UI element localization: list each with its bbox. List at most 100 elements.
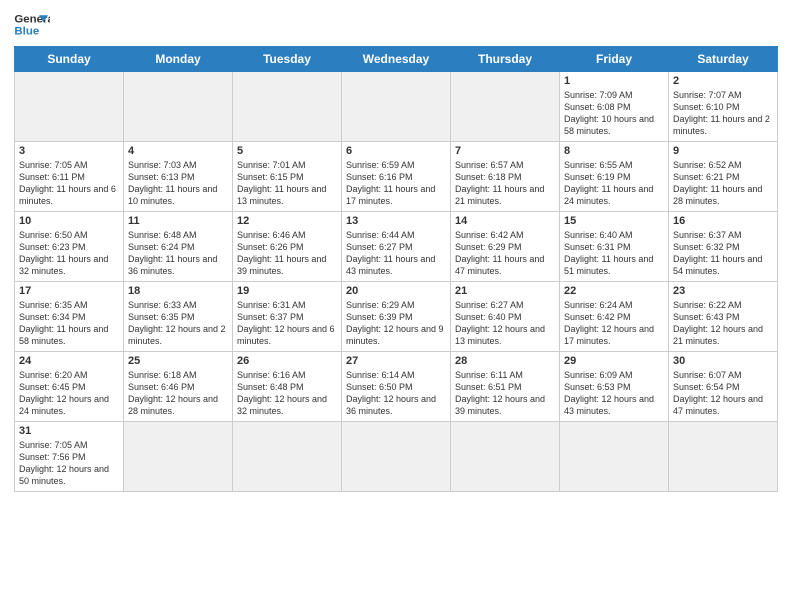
calendar-cell: 9 Sunrise: 6:52 AM Sunset: 6:21 PM Daylig… — [669, 142, 778, 212]
day-info: Sunrise: 6:09 AM Sunset: 6:53 PM Dayligh… — [564, 369, 664, 418]
day-number: 13 — [346, 215, 446, 227]
calendar-cell: 28Sunrise: 6:11 AM Sunset: 6:51 PM Dayli… — [451, 352, 560, 422]
calendar-header-row: SundayMondayTuesdayWednesdayThursdayFrid… — [15, 47, 778, 72]
calendar-cell — [124, 72, 233, 142]
day-info: Sunrise: 6:37 AM Sunset: 6:32 PM Dayligh… — [673, 229, 773, 278]
day-number: 12 — [237, 215, 337, 227]
day-number: 8 — [564, 145, 664, 157]
calendar-cell: 27 Sunrise: 6:14 AM Sunset: 6:50 PM Dayli… — [342, 352, 451, 422]
calendar-cell: 12 Sunrise: 6:46 AM Sunset: 6:26 PM Dayli… — [233, 212, 342, 282]
calendar-cell: 5 Sunrise: 7:01 AM Sunset: 6:15 PM Daylig… — [233, 142, 342, 212]
day-number: 21 — [455, 285, 555, 297]
calendar-cell: 18 Sunrise: 6:33 AM Sunset: 6:35 PM Dayli… — [124, 282, 233, 352]
day-number: 14 — [455, 215, 555, 227]
day-number: 11 — [128, 215, 228, 227]
calendar-cell: 21 Sunrise: 6:27 AM Sunset: 6:40 PM Dayli… — [451, 282, 560, 352]
day-number: 4 — [128, 145, 228, 157]
calendar-cell: 4 Sunrise: 7:03 AM Sunset: 6:13 PM Daylig… — [124, 142, 233, 212]
day-info: Sunrise: 6:11 AM Sunset: 6:51 PM Dayligh… — [455, 369, 555, 418]
svg-text:Blue: Blue — [14, 26, 39, 38]
day-number: 24 — [19, 355, 119, 367]
day-info: Sunrise: 6:44 AM Sunset: 6:27 PM Dayligh… — [346, 229, 446, 278]
day-number: 2 — [673, 75, 773, 87]
day-info: Sunrise: 6:31 AM Sunset: 6:37 PM Dayligh… — [237, 299, 337, 348]
day-number: 18 — [128, 285, 228, 297]
calendar-cell — [560, 422, 669, 492]
calendar-cell: 3Sunrise: 7:05 AM Sunset: 6:11 PM Daylig… — [15, 142, 124, 212]
page: General Blue SundayMondayTuesdayWednesda… — [0, 0, 792, 612]
calendar-cell: 30Sunrise: 6:07 AM Sunset: 6:54 PM Dayli… — [669, 352, 778, 422]
col-header-thursday: Thursday — [451, 47, 560, 72]
col-header-tuesday: Tuesday — [233, 47, 342, 72]
day-info: Sunrise: 6:57 AM Sunset: 6:18 PM Dayligh… — [455, 159, 555, 208]
calendar-week-row: 17 Sunrise: 6:35 AM Sunset: 6:34 PM Dayli… — [15, 282, 778, 352]
day-number: 26 — [237, 355, 337, 367]
day-info: Sunrise: 7:01 AM Sunset: 6:15 PM Dayligh… — [237, 159, 337, 208]
day-number: 15 — [564, 215, 664, 227]
day-number: 22 — [564, 285, 664, 297]
calendar-cell: 20Sunrise: 6:29 AM Sunset: 6:39 PM Dayli… — [342, 282, 451, 352]
calendar-cell — [342, 72, 451, 142]
calendar-cell: 2 Sunrise: 7:07 AM Sunset: 6:10 PM Daylig… — [669, 72, 778, 142]
day-info: Sunrise: 6:33 AM Sunset: 6:35 PM Dayligh… — [128, 299, 228, 348]
day-info: Sunrise: 6:46 AM Sunset: 6:26 PM Dayligh… — [237, 229, 337, 278]
logo: General Blue — [14, 10, 50, 40]
day-number: 5 — [237, 145, 337, 157]
calendar-cell — [233, 72, 342, 142]
day-number: 9 — [673, 145, 773, 157]
calendar-cell — [342, 422, 451, 492]
calendar-cell — [451, 422, 560, 492]
day-info: Sunrise: 6:59 AM Sunset: 6:16 PM Dayligh… — [346, 159, 446, 208]
day-number: 20 — [346, 285, 446, 297]
day-number: 16 — [673, 215, 773, 227]
calendar-cell — [233, 422, 342, 492]
calendar-week-row: 31Sunrise: 7:05 AM Sunset: 7:56 PM Dayli… — [15, 422, 778, 492]
day-number: 19 — [237, 285, 337, 297]
calendar-table: SundayMondayTuesdayWednesdayThursdayFrid… — [14, 46, 778, 492]
calendar-week-row: 24 Sunrise: 6:20 AM Sunset: 6:45 PM Dayli… — [15, 352, 778, 422]
day-number: 23 — [673, 285, 773, 297]
day-number: 29 — [564, 355, 664, 367]
day-number: 3 — [19, 145, 119, 157]
day-number: 10 — [19, 215, 119, 227]
day-number: 17 — [19, 285, 119, 297]
calendar-cell: 15 Sunrise: 6:40 AM Sunset: 6:31 PM Dayli… — [560, 212, 669, 282]
calendar-cell: 24 Sunrise: 6:20 AM Sunset: 6:45 PM Dayli… — [15, 352, 124, 422]
day-number: 27 — [346, 355, 446, 367]
day-info: Sunrise: 7:03 AM Sunset: 6:13 PM Dayligh… — [128, 159, 228, 208]
day-info: Sunrise: 6:55 AM Sunset: 6:19 PM Dayligh… — [564, 159, 664, 208]
calendar-cell: 10Sunrise: 6:50 AM Sunset: 6:23 PM Dayli… — [15, 212, 124, 282]
day-number: 30 — [673, 355, 773, 367]
col-header-wednesday: Wednesday — [342, 47, 451, 72]
header: General Blue — [14, 10, 778, 40]
calendar-cell — [451, 72, 560, 142]
calendar-cell: 1 Sunrise: 7:09 AM Sunset: 6:08 PM Daylig… — [560, 72, 669, 142]
day-info: Sunrise: 7:09 AM Sunset: 6:08 PM Dayligh… — [564, 89, 664, 138]
calendar-cell: 29 Sunrise: 6:09 AM Sunset: 6:53 PM Dayli… — [560, 352, 669, 422]
day-info: Sunrise: 6:16 AM Sunset: 6:48 PM Dayligh… — [237, 369, 337, 418]
calendar-cell: 23 Sunrise: 6:22 AM Sunset: 6:43 PM Dayli… — [669, 282, 778, 352]
day-info: Sunrise: 6:22 AM Sunset: 6:43 PM Dayligh… — [673, 299, 773, 348]
day-info: Sunrise: 6:24 AM Sunset: 6:42 PM Dayligh… — [564, 299, 664, 348]
calendar-cell — [124, 422, 233, 492]
calendar-cell: 25Sunrise: 6:18 AM Sunset: 6:46 PM Dayli… — [124, 352, 233, 422]
day-info: Sunrise: 7:07 AM Sunset: 6:10 PM Dayligh… — [673, 89, 773, 138]
calendar-cell: 7 Sunrise: 6:57 AM Sunset: 6:18 PM Daylig… — [451, 142, 560, 212]
day-number: 31 — [19, 425, 119, 437]
col-header-friday: Friday — [560, 47, 669, 72]
calendar-cell: 31Sunrise: 7:05 AM Sunset: 7:56 PM Dayli… — [15, 422, 124, 492]
day-info: Sunrise: 6:35 AM Sunset: 6:34 PM Dayligh… — [19, 299, 119, 348]
day-info: Sunrise: 6:52 AM Sunset: 6:21 PM Dayligh… — [673, 159, 773, 208]
calendar-cell: 13 Sunrise: 6:44 AM Sunset: 6:27 PM Dayli… — [342, 212, 451, 282]
day-info: Sunrise: 6:14 AM Sunset: 6:50 PM Dayligh… — [346, 369, 446, 418]
calendar-cell: 6Sunrise: 6:59 AM Sunset: 6:16 PM Daylig… — [342, 142, 451, 212]
day-info: Sunrise: 6:42 AM Sunset: 6:29 PM Dayligh… — [455, 229, 555, 278]
day-info: Sunrise: 6:40 AM Sunset: 6:31 PM Dayligh… — [564, 229, 664, 278]
day-info: Sunrise: 6:27 AM Sunset: 6:40 PM Dayligh… — [455, 299, 555, 348]
day-number: 1 — [564, 75, 664, 87]
calendar-cell: 19 Sunrise: 6:31 AM Sunset: 6:37 PM Dayli… — [233, 282, 342, 352]
day-info: Sunrise: 6:20 AM Sunset: 6:45 PM Dayligh… — [19, 369, 119, 418]
day-number: 7 — [455, 145, 555, 157]
generalblue-logo-icon: General Blue — [14, 10, 50, 40]
calendar-cell: 8 Sunrise: 6:55 AM Sunset: 6:19 PM Daylig… — [560, 142, 669, 212]
